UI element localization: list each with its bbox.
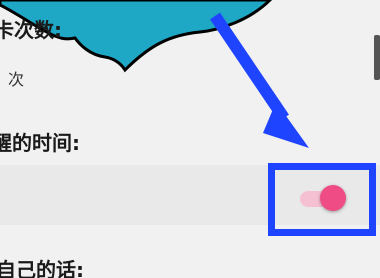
screen: 卡次数: 次 醒的时间: 自己的话:: [0, 0, 380, 278]
count-label: 卡次数:: [0, 18, 62, 42]
panel-edge: [374, 35, 380, 80]
reminder-time-label: 醒的时间:: [0, 131, 80, 155]
message-label: 自己的话:: [0, 258, 84, 278]
highlight-box: [268, 163, 376, 236]
count-unit: 次: [8, 70, 25, 89]
